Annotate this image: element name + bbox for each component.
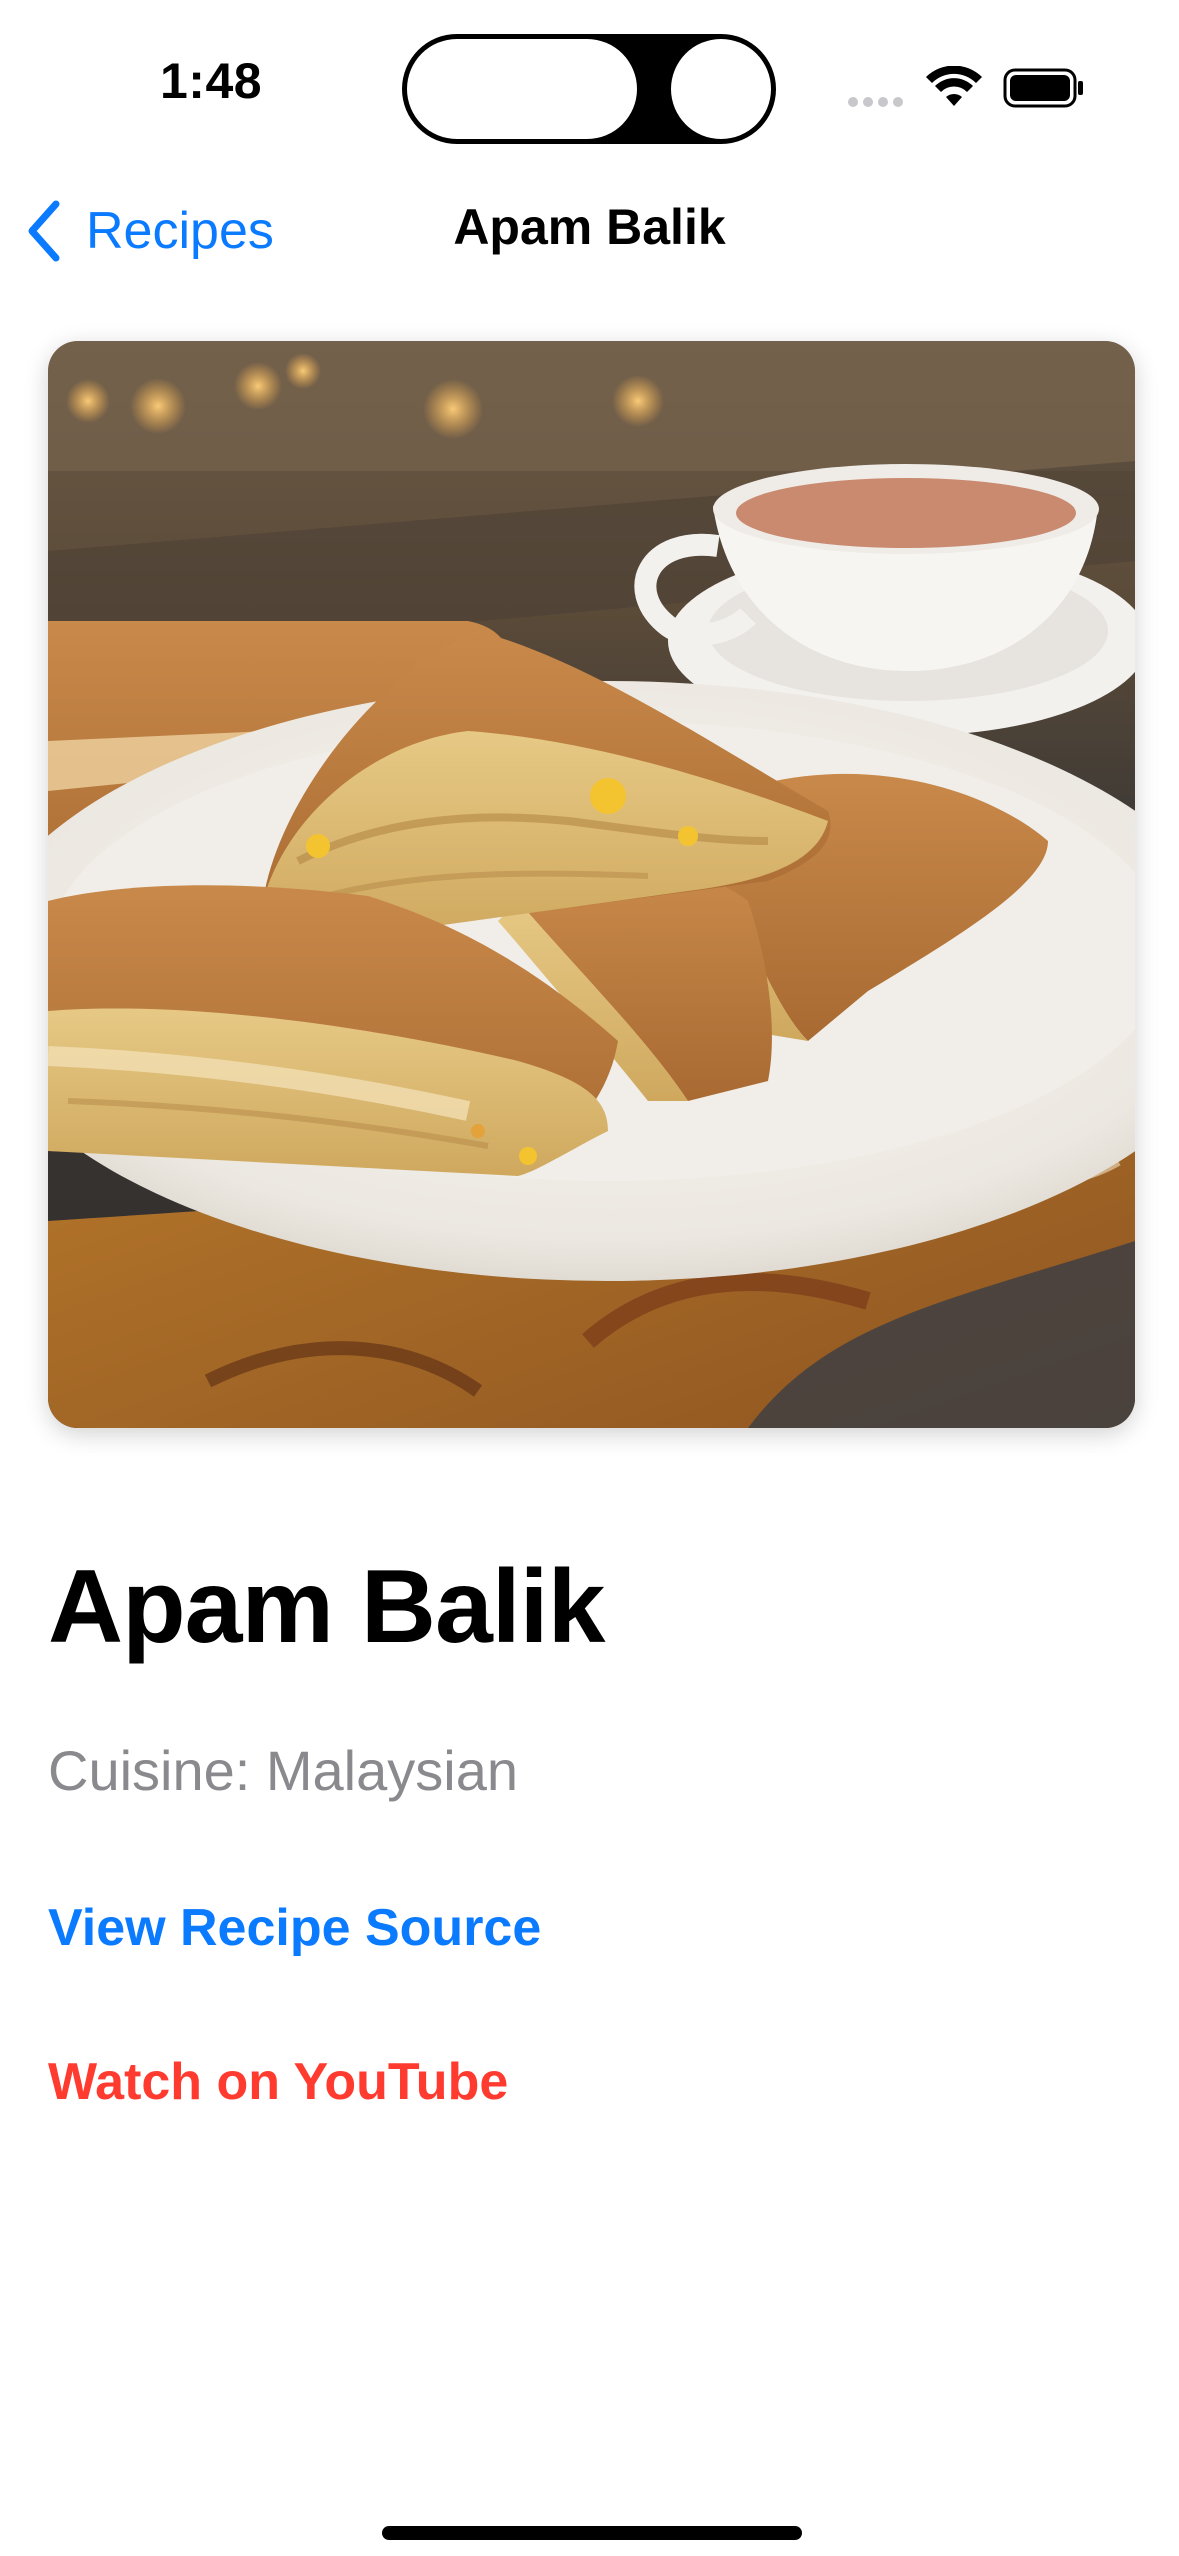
view-recipe-source-link[interactable]: View Recipe Source [48,1898,541,1958]
status-bar: 1:48 [0,0,1179,170]
battery-icon [1003,68,1083,108]
navigation-bar: Recipes Apam Balik [0,170,1179,290]
wifi-icon [926,66,982,106]
cellular-signal-icon [848,94,908,107]
watch-on-youtube-link[interactable]: Watch on YouTube [48,2052,508,2112]
status-time: 1:48 [160,53,263,109]
nav-title: Apam Balik [453,199,726,255]
recipe-image [48,341,1135,1428]
recipe-title: Apam Balik [48,1549,605,1665]
home-indicator[interactable] [382,2526,802,2540]
dynamic-island [402,34,776,144]
cuisine-label: Cuisine: Malaysian [48,1739,518,1802]
